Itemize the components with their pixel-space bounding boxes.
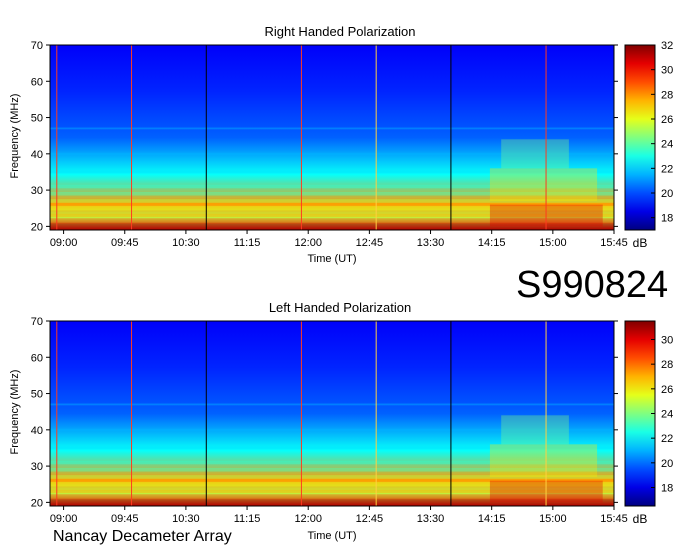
colorbar-tick-label: 20 (661, 188, 673, 200)
chart-right-polarization: Right Handed Polarization Frequency (MHz… (0, 0, 680, 270)
colorbar-tick-label: 30 (661, 65, 673, 77)
x-axis-label: Time (UT) (307, 530, 356, 542)
y-tick-label: 20 (31, 221, 43, 233)
colorbar-tick-label: 18 (661, 483, 673, 495)
chart-svg: Frequency (MHz) Time (UT) dB 20 30 40 50 60 7… (9, 40, 673, 265)
dataset-id: S990824 (516, 264, 669, 306)
colorbar-tick-label: 28 (661, 359, 673, 371)
colorbar-tick-label: 30 (661, 335, 673, 347)
x-axis-label: Time (UT) (307, 253, 356, 265)
x-tick-label: 09:00 (50, 513, 78, 525)
x-tick-label: 10:30 (172, 513, 200, 525)
x-tick-label: 11:15 (234, 513, 261, 525)
x-tick-label: 13:30 (417, 513, 445, 525)
y-tick-label: 20 (31, 497, 43, 509)
x-tick-label: 15:45 (600, 513, 628, 525)
y-tick-label: 60 (31, 76, 43, 88)
y-axis-label: Frequency (MHz) (9, 370, 21, 455)
chart-left-polarization: Left Handed Polarization Frequency (MHz)… (0, 276, 680, 552)
y-tick-label: 70 (31, 40, 43, 52)
colorbar (624, 320, 656, 507)
colorbar-tick-label: 26 (661, 114, 673, 126)
emission-band (50, 403, 614, 406)
colorbar-tick-label: 32 (661, 40, 673, 52)
x-tick-label: 10:30 (172, 237, 200, 249)
emission-band (50, 127, 614, 130)
x-tick-label: 12:45 (356, 237, 384, 249)
colorbar-unit: dB (633, 236, 648, 250)
y-tick-label: 70 (31, 316, 43, 328)
colorbar-tick-label: 20 (661, 458, 673, 470)
colorbar-unit: dB (633, 512, 648, 526)
x-tick-label: 11:15 (234, 237, 261, 249)
x-tick-label: 09:45 (111, 513, 139, 525)
chart-svg: Frequency (MHz) Time (UT) dB 20 30 40 50 60 7… (9, 316, 673, 542)
colorbar-tick-label: 26 (661, 384, 673, 396)
emission-patch (501, 139, 569, 169)
x-tick-label: 15:00 (539, 513, 567, 525)
y-tick-label: 50 (31, 113, 43, 125)
y-tick-label: 40 (31, 425, 43, 437)
x-tick-label: 09:00 (50, 237, 78, 249)
emission-patch (501, 415, 569, 445)
x-tick-label: 14:15 (478, 513, 506, 525)
x-tick-label: 14:15 (478, 237, 506, 249)
colorbar (624, 44, 656, 231)
colorbar-tick-label: 28 (661, 89, 673, 101)
colorbar-tick-label: 24 (661, 409, 673, 421)
y-tick-label: 30 (31, 185, 43, 197)
y-axis-label: Frequency (MHz) (9, 94, 21, 179)
observatory-name: Nancay Decameter Array (53, 528, 232, 545)
x-tick-label: 09:45 (111, 237, 139, 249)
x-tick-label: 12:00 (294, 513, 322, 525)
y-tick-label: 50 (31, 389, 43, 401)
emission-patch (489, 444, 598, 477)
colorbar-tick-label: 22 (661, 433, 673, 445)
colorbar-tick-label: 24 (661, 139, 673, 151)
colorbar-tick-label: 18 (661, 213, 673, 225)
x-tick-label: 15:45 (600, 237, 628, 249)
x-tick-label: 12:00 (294, 237, 322, 249)
colorbar-tick-label: 22 (661, 163, 673, 175)
y-tick-label: 40 (31, 149, 43, 161)
y-tick-label: 60 (31, 352, 43, 364)
x-tick-label: 13:30 (417, 237, 445, 249)
emission-patch (489, 168, 598, 201)
y-tick-label: 30 (31, 461, 43, 473)
x-tick-label: 15:00 (539, 237, 567, 249)
x-tick-label: 12:45 (356, 513, 384, 525)
